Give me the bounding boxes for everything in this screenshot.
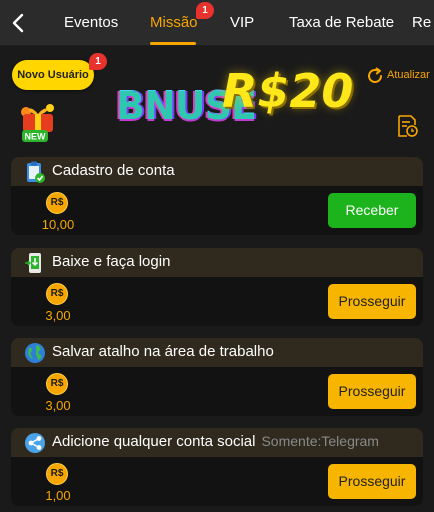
globe-icon: [25, 343, 45, 363]
task-note: Somente:Telegram: [261, 433, 379, 449]
brl-coin-icon: R$: [46, 192, 68, 214]
tab-vip[interactable]: VIP: [230, 14, 254, 31]
task-title: Baixe e faça login: [52, 253, 171, 270]
tab-taxa-de-rebate[interactable]: Taxa de Rebate: [289, 14, 394, 31]
clipboard-check-icon: [27, 161, 45, 183]
task-reward-amount: 10,00: [41, 217, 75, 232]
gift-new-icon: NEW: [21, 104, 54, 142]
task-header: Cadastro de conta: [11, 157, 423, 186]
task-body: R$ 10,00 Receber: [11, 186, 423, 235]
task-card: Baixe e faça login R$ 3,00 Prosseguir: [11, 248, 423, 326]
brl-coin-icon: R$: [46, 283, 68, 305]
back-arrow-icon[interactable]: [8, 10, 30, 36]
task-reward-amount: 3,00: [45, 308, 71, 323]
task-body: R$ 3,00 Prosseguir: [11, 367, 423, 416]
proceed-button[interactable]: Prosseguir: [328, 464, 416, 499]
brl-coin-icon: R$: [46, 463, 68, 485]
task-title: Salvar atalho na área de trabalho: [52, 343, 274, 360]
tab-overflow[interactable]: Re: [412, 14, 431, 31]
refresh-icon[interactable]: [366, 67, 384, 85]
gift-new-tag: NEW: [25, 132, 47, 142]
claim-reward-button[interactable]: Receber: [328, 193, 416, 228]
social-share-icon: [25, 433, 45, 453]
tab-eventos[interactable]: Eventos: [64, 14, 118, 31]
refresh-button[interactable]: Atualizar: [387, 69, 430, 81]
proceed-button[interactable]: Prosseguir: [328, 374, 416, 409]
task-body: R$ 3,00 Prosseguir: [11, 277, 423, 326]
new-user-badge: 1: [89, 53, 107, 70]
top-nav-bar: Eventos Missão 1 VIP Taxa de Rebate Re: [0, 0, 434, 46]
proceed-button[interactable]: Prosseguir: [328, 284, 416, 319]
brl-coin-icon: R$: [46, 373, 68, 395]
task-title: Cadastro de conta: [52, 162, 175, 179]
task-header: Salvar atalho na área de trabalho: [11, 338, 423, 367]
task-reward-amount: 1,00: [45, 488, 71, 503]
active-tab-indicator: [150, 42, 196, 45]
tab-missao-badge: 1: [196, 2, 214, 19]
history-record-icon[interactable]: [396, 114, 418, 138]
task-card: Adicione qualquer conta social Somente:Te…: [11, 428, 423, 506]
task-card: Salvar atalho na área de trabalho R$ 3,0…: [11, 338, 423, 416]
task-header: Adicione qualquer conta social Somente:Te…: [11, 428, 423, 457]
task-header: Baixe e faça login: [11, 248, 423, 277]
task-body: R$ 1,00 Prosseguir: [11, 457, 423, 506]
task-reward-amount: 3,00: [45, 398, 71, 413]
task-card: Cadastro de conta R$ 10,00 Receber: [11, 157, 423, 235]
tab-missao[interactable]: Missão: [150, 14, 198, 31]
phone-download-icon: [25, 253, 41, 273]
new-user-button[interactable]: Novo Usuário: [12, 60, 94, 90]
task-title: Adicione qualquer conta social Somente:Te…: [52, 433, 379, 450]
promo-amount: R$20: [222, 64, 354, 118]
